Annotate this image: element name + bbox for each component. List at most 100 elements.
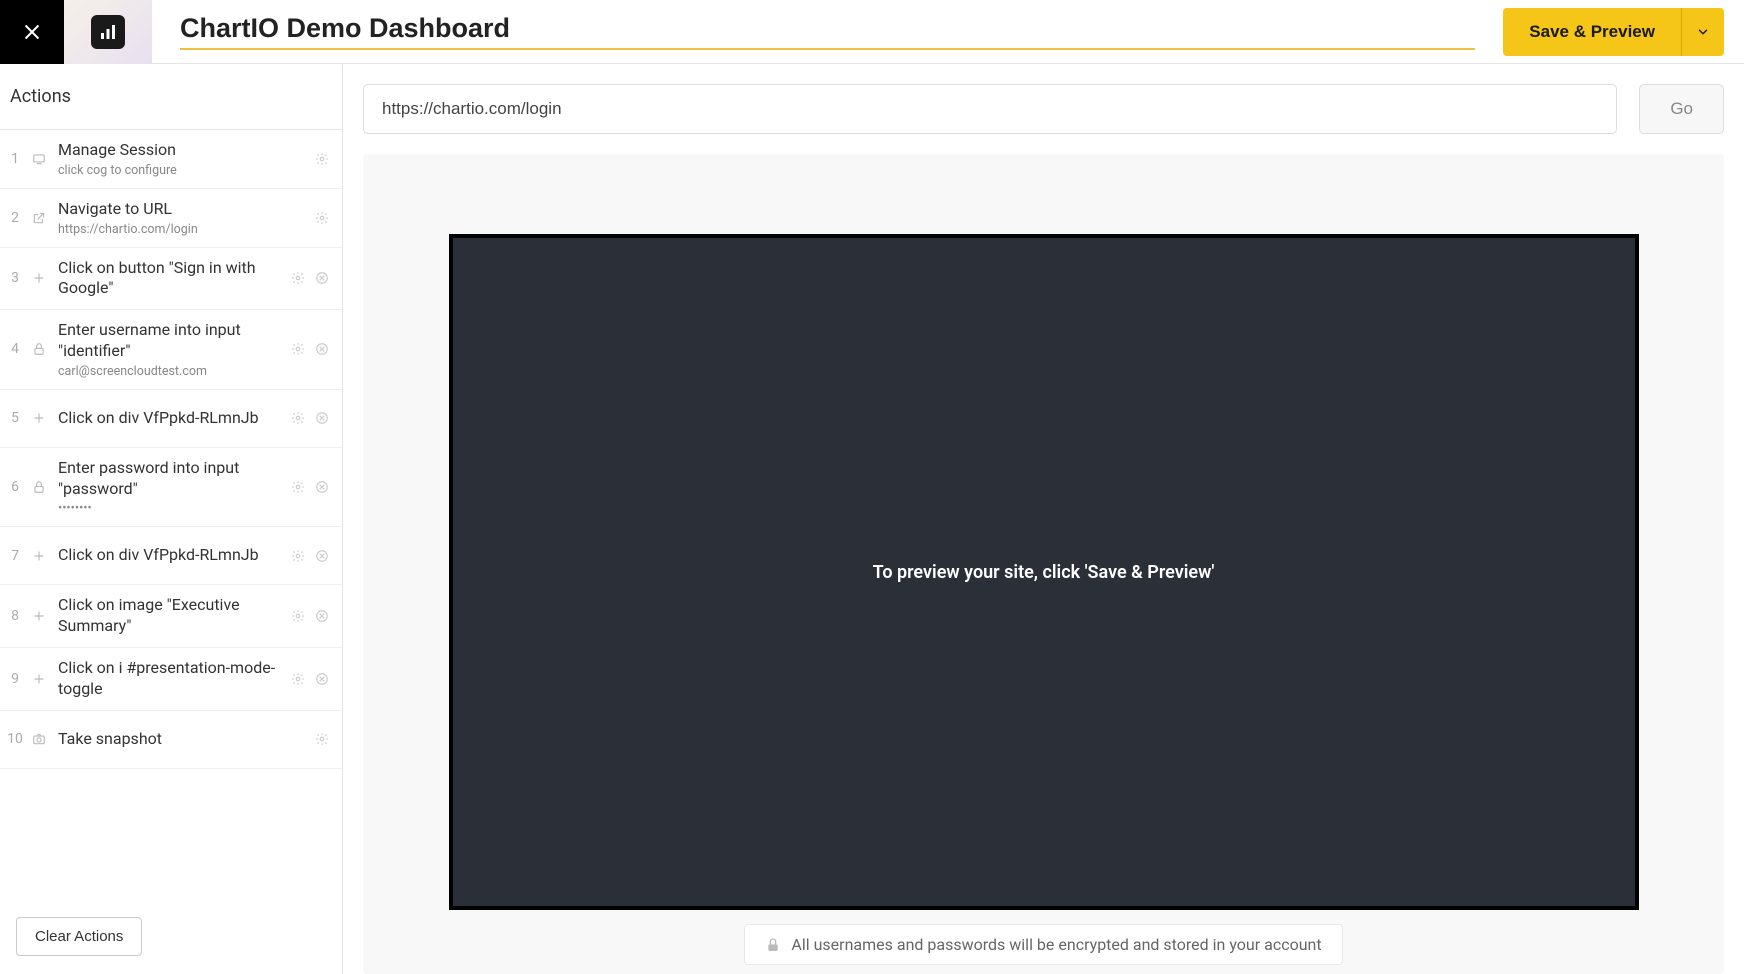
close-button[interactable] (0, 0, 64, 64)
lock-icon (765, 937, 781, 953)
header-bar: Save & Preview (0, 0, 1744, 64)
gear-icon[interactable] (314, 151, 330, 167)
gear-icon[interactable] (290, 548, 306, 564)
content-area: Go To preview your site, click 'Save & P… (343, 64, 1744, 974)
gear-icon[interactable] (290, 341, 306, 357)
action-controls (314, 731, 334, 747)
action-number: 7 (4, 548, 26, 564)
action-item[interactable]: 7 Click on div VfPpkd-RLmnJb (0, 527, 342, 585)
action-text: Navigate to URLhttps://chartio.com/login (52, 199, 314, 237)
gear-icon[interactable] (290, 671, 306, 687)
action-list: 1Manage Sessionclick cog to configure2Na… (0, 130, 342, 899)
clear-actions-button[interactable]: Clear Actions (16, 917, 142, 956)
action-title: Click on image "Executive Summary" (58, 595, 290, 637)
sidebar-title: Actions (0, 64, 342, 130)
gear-icon[interactable] (314, 210, 330, 226)
action-item[interactable]: 1Manage Sessionclick cog to configure (0, 130, 342, 189)
action-item[interactable]: 8 Click on image "Executive Summary" (0, 585, 342, 648)
action-subtitle: click cog to configure (58, 163, 314, 178)
save-dropdown-button[interactable] (1681, 8, 1724, 56)
plus-icon (26, 549, 52, 563)
action-title: Click on button "Sign in with Google" (58, 258, 290, 300)
remove-icon[interactable] (314, 479, 330, 495)
action-controls (290, 479, 334, 495)
main-area: Actions 1Manage Sessionclick cog to conf… (0, 64, 1744, 974)
action-title: Navigate to URL (58, 199, 314, 220)
action-item[interactable]: 4 Enter username into input "identifier" c… (0, 310, 342, 390)
external-icon (26, 211, 52, 225)
encryption-notice: All usernames and passwords will be encr… (744, 924, 1342, 965)
action-text: Manage Session click cog to configure (52, 140, 314, 178)
action-subtitle: •••••••• (58, 501, 290, 516)
action-title: Click on div VfPpkd-RLmnJb (58, 408, 290, 429)
action-controls (290, 270, 334, 286)
action-controls (290, 341, 334, 357)
remove-icon[interactable] (314, 410, 330, 426)
action-item[interactable]: 2 Navigate to URLhttps://chartio.com/logi… (0, 189, 342, 248)
encryption-text: All usernames and passwords will be encr… (791, 935, 1321, 954)
action-title: Enter username into input "identifier" (58, 320, 290, 362)
action-title: Click on i #presentation-mode-toggle (58, 658, 290, 700)
action-item[interactable]: 6 Enter password into input "password"•••… (0, 448, 342, 528)
remove-icon[interactable] (314, 608, 330, 624)
action-text: Click on button "Sign in with Google" (52, 258, 290, 300)
action-item[interactable]: 10 Take snapshot (0, 711, 342, 769)
remove-icon[interactable] (314, 270, 330, 286)
action-controls (290, 548, 334, 564)
lock-icon (26, 480, 52, 494)
action-title: Manage Session (58, 140, 314, 161)
gear-icon[interactable] (290, 608, 306, 624)
preview-container: To preview your site, click 'Save & Prev… (363, 154, 1724, 974)
action-number: 5 (4, 410, 26, 426)
action-number: 8 (4, 608, 26, 624)
lock-icon (26, 342, 52, 356)
action-item[interactable]: 3 Click on button "Sign in with Google" (0, 248, 342, 311)
go-button[interactable]: Go (1639, 84, 1724, 134)
action-number: 2 (4, 210, 26, 226)
action-text: Enter username into input "identifier" ca… (52, 320, 290, 379)
url-input[interactable] (363, 84, 1617, 134)
plus-icon (26, 271, 52, 285)
action-number: 3 (4, 270, 26, 286)
action-number: 6 (4, 479, 26, 495)
plus-icon (26, 609, 52, 623)
preview-placeholder-text: To preview your site, click 'Save & Prev… (873, 562, 1215, 583)
actions-sidebar: Actions 1Manage Sessionclick cog to conf… (0, 64, 343, 974)
gear-icon[interactable] (290, 410, 306, 426)
camera-icon (26, 732, 52, 746)
remove-icon[interactable] (314, 671, 330, 687)
chevron-down-icon (1696, 25, 1710, 39)
close-icon (22, 22, 42, 42)
action-item[interactable]: 5 Click on div VfPpkd-RLmnJb (0, 390, 342, 448)
action-text: Click on div VfPpkd-RLmnJb (52, 408, 290, 429)
action-number: 10 (4, 731, 26, 747)
action-controls (290, 608, 334, 624)
action-controls (314, 210, 334, 226)
bar-chart-icon (91, 15, 125, 49)
action-text: Click on i #presentation-mode-toggle (52, 658, 290, 700)
remove-icon[interactable] (314, 341, 330, 357)
action-number: 4 (4, 341, 26, 357)
url-bar-row: Go (363, 84, 1724, 134)
action-item[interactable]: 9 Click on i #presentation-mode-toggle (0, 648, 342, 711)
gear-icon[interactable] (290, 270, 306, 286)
action-controls (314, 151, 334, 167)
save-preview-button[interactable]: Save & Preview (1503, 8, 1681, 56)
dashboard-title-input[interactable] (180, 13, 1475, 50)
plus-icon (26, 411, 52, 425)
gear-icon[interactable] (314, 731, 330, 747)
action-text: Enter password into input "password"••••… (52, 458, 290, 517)
action-title: Click on div VfPpkd-RLmnJb (58, 545, 290, 566)
preview-frame: To preview your site, click 'Save & Prev… (449, 234, 1639, 910)
plus-icon (26, 672, 52, 686)
save-button-group: Save & Preview (1503, 8, 1724, 56)
app-logo (64, 0, 152, 64)
action-number: 9 (4, 671, 26, 687)
gear-icon[interactable] (290, 479, 306, 495)
remove-icon[interactable] (314, 548, 330, 564)
action-text: Click on div VfPpkd-RLmnJb (52, 545, 290, 566)
action-title: Take snapshot (58, 729, 314, 750)
action-text: Take snapshot (52, 729, 314, 750)
action-subtitle: carl@screencloudtest.com (58, 364, 290, 379)
action-text: Click on image "Executive Summary" (52, 595, 290, 637)
